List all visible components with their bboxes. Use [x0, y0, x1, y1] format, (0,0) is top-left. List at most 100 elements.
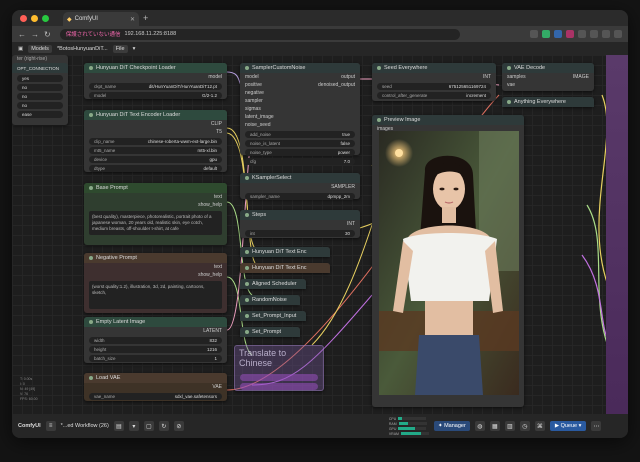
model-widget[interactable]: model G/2-1.2 — [89, 92, 222, 99]
translate-row[interactable] — [240, 383, 318, 390]
clipboard-icon[interactable]: ▢ — [143, 421, 154, 431]
refresh-icon[interactable]: ↻ — [158, 421, 169, 431]
tab-comfyui[interactable]: ◆ ComfyUI ✕ — [63, 12, 139, 26]
output-text[interactable]: text — [214, 194, 222, 200]
output-show-help[interactable]: show_help — [198, 202, 222, 208]
node-empty-latent[interactable]: Empty Latent Image LATENT width 832 heigh… — [84, 317, 227, 363]
minimize-window-button[interactable] — [31, 14, 38, 22]
node-ksampler-select[interactable]: KSamplerSelect SAMPLER sampler_name dpmpp… — [240, 173, 360, 200]
input-model[interactable]: model — [245, 74, 259, 80]
menu-chevron-icon[interactable]: ▾ — [133, 46, 136, 52]
output-int[interactable]: INT — [347, 221, 355, 227]
output-model[interactable]: model — [208, 74, 222, 80]
comfy-logo-icon[interactable]: ▣ — [18, 46, 23, 52]
queue-options-icon[interactable]: ⋯ — [591, 421, 602, 431]
workflow-name[interactable]: *...ed Workflow (26) — [61, 423, 109, 429]
node-header[interactable]: Steps — [240, 210, 360, 220]
url-field[interactable]: 保護されていない通信 192.168.11.225:8188 — [59, 28, 460, 40]
input-noise-seed[interactable]: noise_seed — [245, 122, 271, 128]
input-sampler[interactable]: sampler — [245, 98, 263, 104]
node-header[interactable]: Negative Prompt — [84, 253, 227, 263]
base-prompt-textarea[interactable]: (best quality), masterpiece, photorealis… — [89, 211, 222, 235]
node-aligned-scheduler[interactable]: Aligned Scheduler — [240, 279, 306, 289]
forward-icon[interactable]: → — [31, 30, 39, 39]
preview-image[interactable] — [379, 131, 519, 395]
node-header[interactable]: Seed Everywhere — [372, 63, 496, 73]
ckpt-name-widget[interactable]: ckpt_name dit/HunYuanDiT/HunYuanDiT12.pt — [89, 83, 222, 90]
output-vae[interactable]: VAE — [212, 384, 222, 390]
output-text[interactable]: text — [214, 264, 222, 270]
node-header[interactable]: Preview Image — [372, 115, 524, 125]
node-header[interactable]: Set_Prompt_Input — [240, 311, 306, 321]
image-icon[interactable]: ▦ — [489, 421, 500, 431]
chevron-down-icon[interactable]: ▾ — [128, 421, 139, 431]
input-negative[interactable]: negative — [245, 90, 264, 96]
workflow-icon[interactable]: ≡ — [45, 421, 56, 431]
node-set-prompt[interactable]: Set_Prompt — [240, 327, 300, 337]
node-load-vae[interactable]: Load VAE VAE vae_name sdxl_vae.safetensor… — [84, 373, 227, 401]
node-header[interactable]: Hunyuan DiT Checkpoint Loader — [84, 63, 227, 73]
output-denoised[interactable]: denoised_output — [318, 82, 355, 88]
file-menu-button[interactable]: File — [112, 44, 128, 53]
output-image[interactable]: IMAGE — [573, 74, 589, 80]
reload-icon[interactable]: ↻ — [44, 30, 51, 39]
node-base-prompt[interactable]: Base Prompt text show_help (best quality… — [84, 183, 227, 245]
output-clip[interactable]: CLIP — [211, 121, 222, 127]
extension-icon[interactable] — [554, 30, 562, 38]
node-header[interactable]: VAE Decode — [502, 63, 594, 73]
output-show-help[interactable]: show_help — [198, 272, 222, 278]
node-canvas[interactable]: ter (right-rise) OPT_CONNECTION yes no n… — [12, 55, 628, 414]
translate-row[interactable] — [240, 374, 318, 381]
history-icon[interactable]: ◷ — [519, 421, 530, 431]
cfg-widget[interactable]: cfg 7.0 — [245, 158, 355, 165]
left-row-0[interactable]: yes — [17, 75, 63, 82]
input-sigmas[interactable]: sigmas — [245, 106, 261, 112]
code-icon[interactable]: ⌘ — [534, 421, 545, 431]
input-latent-image[interactable]: latent_image — [245, 114, 274, 120]
node-steps[interactable]: Steps INT int 30 — [240, 210, 360, 238]
left-row-2[interactable]: no — [17, 93, 63, 100]
device-widget[interactable]: device gpu — [89, 156, 222, 163]
node-vae-decode[interactable]: VAE Decode samples IMAGE vae — [502, 63, 594, 91]
node-header[interactable]: RandomNoise — [240, 295, 300, 305]
node-header[interactable]: Set_Prompt — [240, 327, 300, 337]
workflow-tab[interactable]: *BotosHunyuanDiT... — [57, 46, 108, 52]
node-text-encoder-loader[interactable]: Hunyuan DiT Text Encoder Loader CLIP T5 … — [84, 110, 227, 172]
clear-icon[interactable]: ⊘ — [173, 421, 184, 431]
extension-icon[interactable] — [542, 30, 550, 38]
extension-icon[interactable] — [590, 30, 598, 38]
left-row-1[interactable]: no — [17, 84, 63, 91]
menu-icon[interactable] — [614, 30, 622, 38]
bookmark-icon[interactable] — [530, 30, 538, 38]
node-anything-everywhere[interactable]: Anything Everywhere — [502, 97, 594, 107]
node-preview-image[interactable]: Preview Image images — [372, 115, 524, 407]
node-collapse-icon[interactable] — [89, 66, 93, 70]
output-latent[interactable]: LATENT — [203, 328, 222, 334]
node-checkpoint-loader[interactable]: Hunyuan DiT Checkpoint Loader model ckpt… — [84, 63, 227, 99]
clip-name-widget[interactable]: clip_name chinese-roberta-wwm-ext-large.b… — [89, 138, 222, 145]
chat-icon[interactable]: ◍ — [474, 421, 485, 431]
node-header[interactable]: KSamplerSelect — [240, 173, 360, 183]
vae-name-widget[interactable]: vae_name sdxl_vae.safetensors — [89, 393, 222, 400]
seed-widget[interactable]: seed 675125651169724 — [377, 83, 491, 90]
extension-icon[interactable] — [578, 30, 586, 38]
add-noise-widget[interactable]: add_noise true — [245, 131, 355, 138]
node-dit-text-enc-2[interactable]: Hunyuan DiT Text Enc — [240, 263, 330, 273]
left-partial-node[interactable]: ter (right-rise) OPT_CONNECTION yes no n… — [12, 55, 68, 125]
models-button[interactable]: Models — [28, 44, 52, 53]
node-header[interactable]: Hunyuan DiT Text Encoder Loader — [84, 110, 227, 120]
negative-prompt-textarea[interactable]: (worst quality:1.2), illustration, 3d, 2… — [89, 281, 222, 309]
save-icon[interactable]: ▤ — [113, 421, 124, 431]
right-partial-nodes[interactable] — [606, 55, 628, 414]
manager-button[interactable]: ✦ Manager — [433, 421, 470, 431]
profile-icon[interactable] — [602, 30, 610, 38]
control-after-generate-widget[interactable]: control_after_generate increment — [377, 92, 491, 99]
height-widget[interactable]: height 1216 — [89, 346, 222, 353]
noise-type-widget[interactable]: noise_type power — [245, 149, 355, 156]
mt5-name-widget[interactable]: mt5_name mt5-xl.bin — [89, 147, 222, 154]
input-positive[interactable]: positive — [245, 82, 262, 88]
node-header[interactable]: Hunyuan DiT Text Enc — [240, 263, 330, 273]
node-header[interactable]: Base Prompt — [84, 183, 227, 193]
output-t5[interactable]: T5 — [216, 129, 222, 135]
width-widget[interactable]: width 832 — [89, 337, 222, 344]
